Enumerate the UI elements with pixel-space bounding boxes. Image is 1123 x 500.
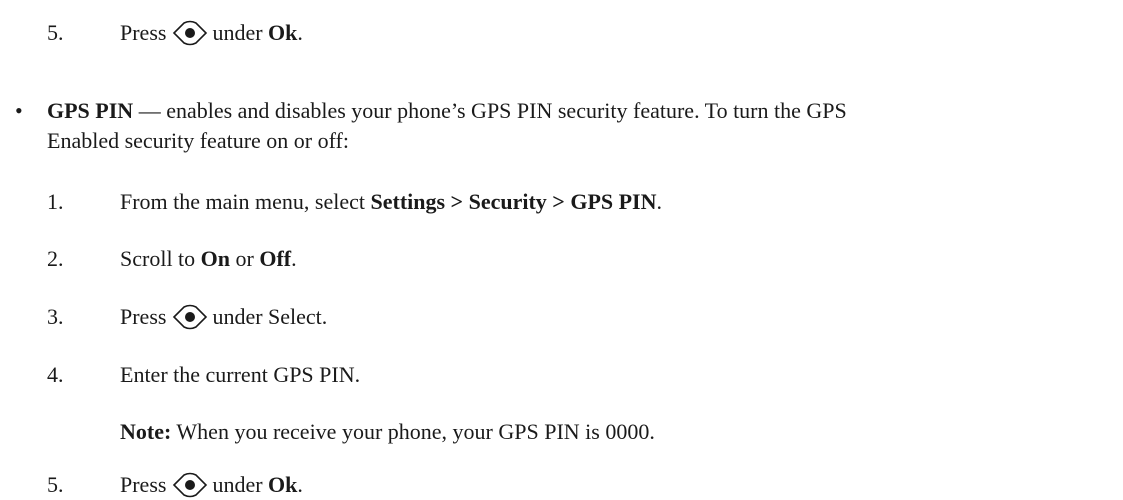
punctuation: . — [297, 472, 303, 497]
step-number: 5. — [47, 20, 64, 45]
feature-term: GPS PIN — [47, 98, 134, 123]
step-text: Scroll to — [120, 246, 201, 271]
step-text: under — [212, 472, 263, 497]
option-on: On — [200, 246, 231, 271]
softkey-label: Ok — [268, 20, 298, 45]
bullet: • — [15, 98, 23, 123]
menu-path: Settings > Security > GPS PIN — [370, 189, 657, 214]
step-number: 2. — [47, 246, 64, 271]
menu-ok-key-icon — [172, 20, 208, 46]
step-number: 1. — [47, 189, 64, 214]
punctuation: . — [297, 20, 303, 45]
punctuation: . — [656, 189, 663, 214]
note-text: When you receive your phone, your GPS PI… — [171, 419, 655, 444]
note: Note: When you receive your phone, your … — [120, 417, 655, 447]
step-text: or — [230, 246, 260, 271]
softkey-label: Ok — [268, 472, 298, 497]
step-5-prev: Press under Ok. — [120, 18, 303, 48]
gps-pin-description: GPS PIN — enables and disables your phon… — [47, 96, 847, 126]
step-1: From the main menu, select Settings > Se… — [120, 187, 662, 217]
step-2: Scroll to On or Off. — [120, 244, 297, 274]
step-text: From the main menu, select — [120, 189, 371, 214]
description-text: — enables and disables your phone’s GPS … — [133, 98, 847, 123]
step-text: under Select. — [212, 304, 328, 329]
option-off: Off — [259, 246, 292, 271]
step-4: Enter the current GPS PIN. — [120, 362, 361, 387]
step-3: Press under Select. — [120, 302, 327, 332]
step-number: 5. — [47, 472, 64, 497]
step-text: under — [212, 20, 263, 45]
step-number: 4. — [47, 362, 64, 387]
step-text: Press — [120, 304, 167, 329]
menu-ok-key-icon — [172, 472, 208, 498]
gps-pin-description-cont: Enabled security feature on or off: — [47, 128, 349, 153]
note-label: Note: — [120, 419, 172, 444]
step-number: 3. — [47, 304, 64, 329]
step-text: Press — [120, 20, 167, 45]
punctuation: . — [291, 246, 297, 271]
menu-ok-key-icon — [172, 304, 208, 330]
step-5: Press under Ok. — [120, 470, 303, 500]
step-text: Press — [120, 472, 167, 497]
